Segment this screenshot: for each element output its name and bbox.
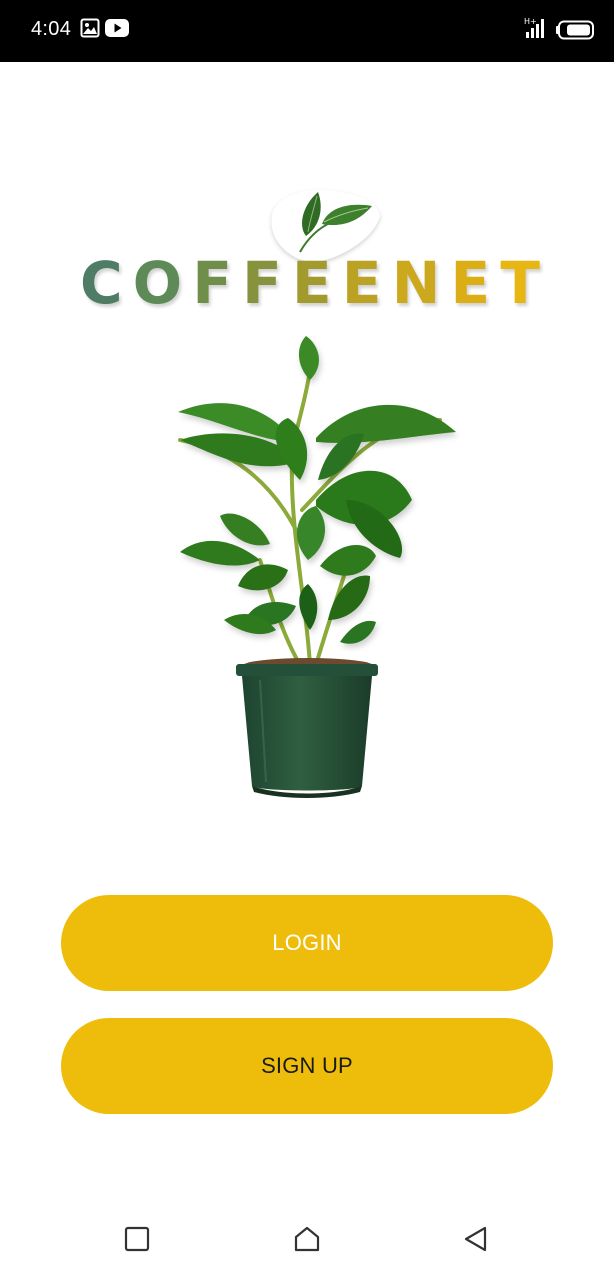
logo-letter: E [341,249,382,317]
svg-text:H+: H+ [524,17,537,26]
recent-apps-icon[interactable] [124,1226,150,1252]
logo-letter: E [292,249,332,317]
home-icon[interactable] [294,1226,320,1252]
logo-letter: O [132,249,183,317]
logo-letter: F [242,249,282,317]
coffee-plant-image [178,336,456,798]
status-time: 4:04 [31,18,72,40]
signup-button[interactable]: SIGN UP [61,1018,553,1114]
battery-icon [556,20,594,40]
youtube-icon [105,19,129,37]
status-bar: 4:04 H+ [0,0,614,62]
logo-letter: T [500,249,540,317]
app-logo-wordmark: C O F F E E N E T [80,248,540,318]
logo-letter: E [450,249,491,317]
signal-icon: H+ [524,17,544,38]
gallery-icon [80,18,100,38]
logo-letter: N [391,249,441,317]
system-nav-bar [0,1200,614,1280]
logo-letter: C [80,249,123,317]
logo-letter: F [192,249,232,317]
login-button[interactable]: LOGIN [61,895,553,991]
back-icon[interactable] [463,1226,489,1252]
